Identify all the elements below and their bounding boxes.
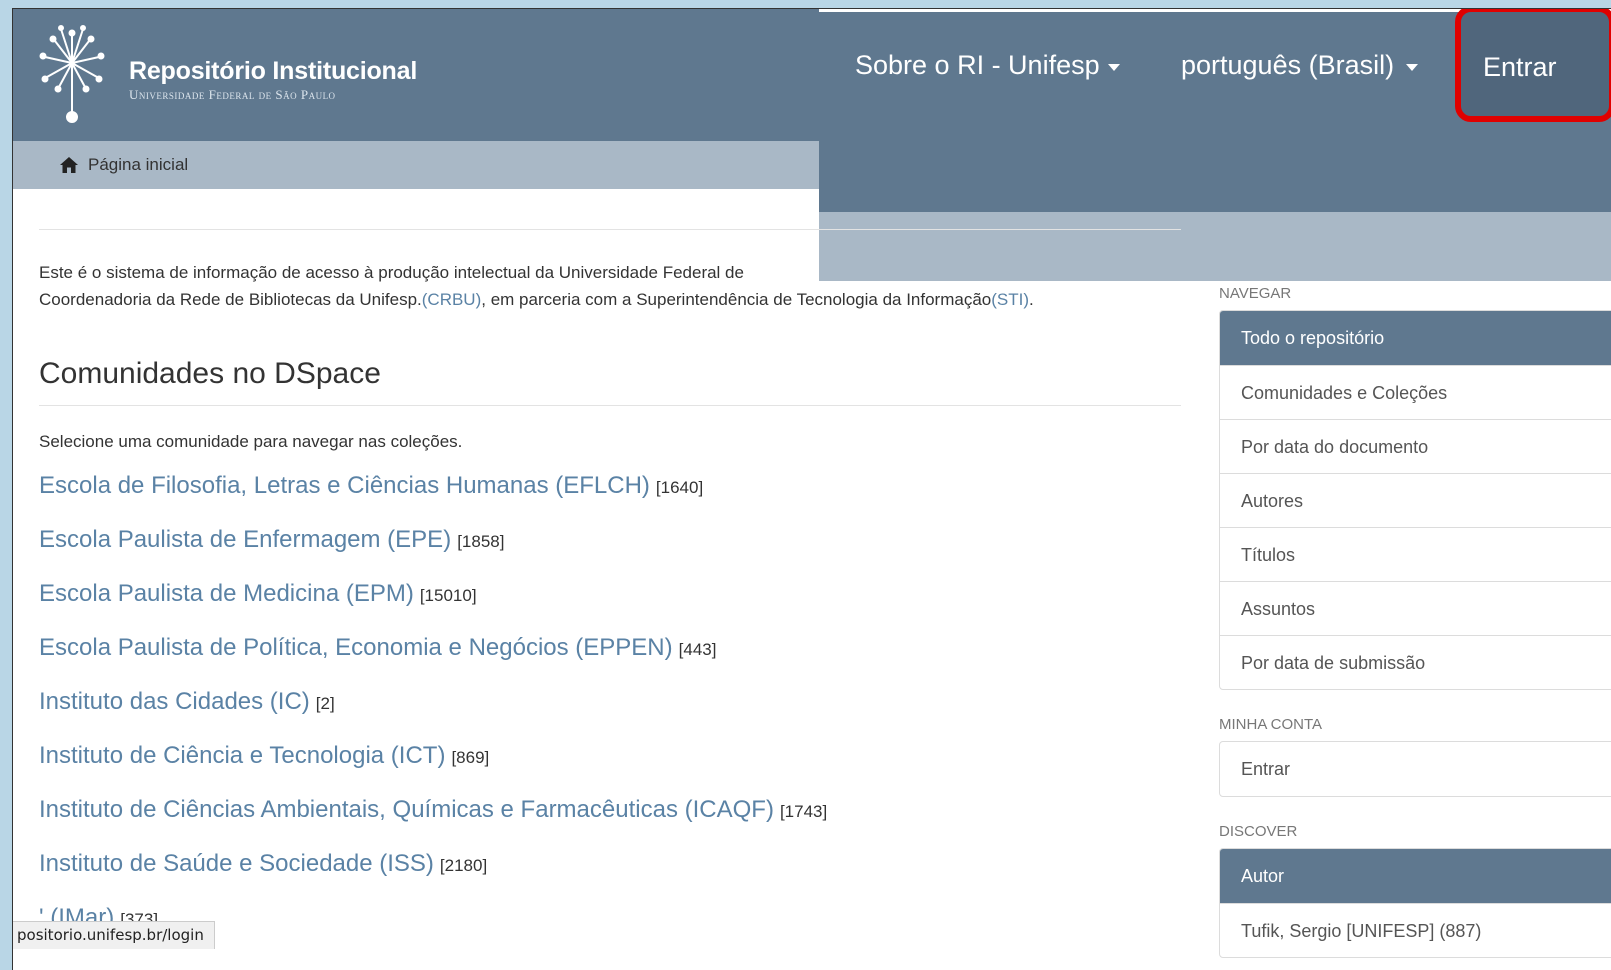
- browser-page: Repositório Institucional Universidade F…: [12, 8, 1611, 970]
- breadcrumb-home-label: Página inicial: [88, 155, 189, 174]
- sti-link[interactable]: (STI): [991, 290, 1029, 309]
- login-nav-button[interactable]: Entrar: [1455, 9, 1611, 122]
- login-nav-label: Entrar: [1483, 52, 1557, 82]
- main-content: Este é o sistema de informação de acesso…: [39, 189, 1181, 958]
- chevron-down-icon: [1406, 64, 1419, 71]
- community-link[interactable]: Escola Paulista de Enfermagem (EPE): [39, 526, 451, 554]
- community-link[interactable]: Escola Paulista de Medicina (EPM): [39, 580, 414, 608]
- intro-line-2: Coordenadoria da Rede de Bibliotecas da …: [39, 290, 422, 309]
- sidebar-item[interactable]: Títulos: [1220, 527, 1611, 581]
- list-item: Instituto das Cidades (IC) [2]: [39, 688, 1181, 742]
- brand-subtitle: Universidade Federal de São Paulo: [129, 87, 336, 102]
- intro-line-1: Este é o sistema de informação de acesso…: [39, 263, 744, 282]
- community-count: [1640]: [655, 478, 704, 497]
- status-bar-url: positorio.unifesp.br/login: [13, 921, 215, 949]
- communities-hint: Selecione uma comunidade para navegar na…: [39, 432, 463, 451]
- community-count: [443]: [678, 640, 717, 659]
- community-list: Escola de Filosofia, Letras e Ciências H…: [39, 472, 1181, 958]
- navegar-heading: NAVEGAR: [1219, 285, 1292, 302]
- list-item: Escola Paulista de Medicina (EPM) [15010]: [39, 580, 1181, 634]
- about-dropdown[interactable]: Sobre o RI - Unifesp: [855, 50, 1120, 81]
- conta-heading: MINHA CONTA: [1219, 716, 1323, 733]
- breadcrumb: Página inicial: [13, 141, 819, 189]
- sidebar-item[interactable]: Autores: [1220, 473, 1611, 527]
- chevron-down-icon: [1107, 64, 1120, 71]
- crbu-link[interactable]: (CRBU): [422, 290, 482, 309]
- home-icon: [60, 157, 78, 173]
- sidebar-item[interactable]: Por data do documento: [1220, 419, 1611, 473]
- discover-menu: Autor Tufik, Sergio [UNIFESP] (887): [1219, 848, 1611, 958]
- sidebar-item[interactable]: Tufik, Sergio [UNIFESP] (887): [1220, 903, 1611, 957]
- discover-heading: DISCOVER: [1219, 823, 1298, 840]
- list-item: Escola de Filosofia, Letras e Ciências H…: [39, 472, 1181, 526]
- community-link[interactable]: Instituto de Saúde e Sociedade (ISS): [39, 850, 434, 878]
- community-link[interactable]: Instituto das Cidades (IC): [39, 688, 310, 716]
- conta-menu: Entrar: [1219, 741, 1611, 797]
- brand-text: Repositório Institucional Universidade F…: [129, 57, 417, 103]
- community-count: [1858]: [457, 532, 505, 551]
- community-link[interactable]: Instituto de Ciência e Tecnologia (ICT): [39, 742, 445, 770]
- navegar-menu: Todo o repositório Comunidades e Coleções…: [1219, 310, 1611, 690]
- navbar-top: Sobre o RI - Unifesp português (Brasil) …: [819, 9, 1611, 212]
- communities-title: Comunidades no DSpace: [39, 357, 1181, 406]
- community-link[interactable]: Escola Paulista de Política, Economia e …: [39, 634, 673, 662]
- divider: [39, 189, 1181, 230]
- community-count: [2]: [315, 694, 335, 713]
- list-item: Escola Paulista de Política, Economia e …: [39, 634, 1181, 688]
- sidebar-item[interactable]: Por data de submissão: [1220, 635, 1611, 689]
- community-link[interactable]: Instituto de Ciências Ambientais, Químic…: [39, 796, 774, 824]
- about-dropdown-label: Sobre o RI - Unifesp: [855, 50, 1100, 80]
- sidebar-item[interactable]: Entrar: [1220, 742, 1611, 796]
- sidebar-item[interactable]: Autor: [1220, 849, 1611, 903]
- community-count: [15010]: [419, 586, 477, 605]
- breadcrumb-home[interactable]: Página inicial: [59, 155, 188, 175]
- intro-line-4: .: [1029, 290, 1034, 309]
- community-count: [869]: [451, 748, 490, 767]
- list-item: Instituto de Ciência e Tecnologia (ICT) […: [39, 742, 1181, 796]
- list-item: Escola Paulista de Enfermagem (EPE) [1858…: [39, 526, 1181, 580]
- list-item: Instituto de Ciências Ambientais, Químic…: [39, 796, 1181, 850]
- sidebar-item[interactable]: Assuntos: [1220, 581, 1611, 635]
- brand-title: Repositório Institucional: [129, 57, 418, 85]
- intro-line-3: , em parceria com a Superintendência de …: [481, 290, 992, 309]
- community-count: [1743]: [779, 802, 828, 821]
- sidebar-item[interactable]: Todo o repositório: [1220, 311, 1611, 365]
- dandelion-logo-icon: [39, 25, 105, 123]
- intro-text: Este é o sistema de informação de acesso…: [39, 259, 1181, 313]
- language-dropdown[interactable]: português (Brasil): [1181, 50, 1419, 81]
- list-item: Instituto de Saúde e Sociedade (ISS) [218…: [39, 850, 1181, 904]
- sidebar-item[interactable]: Comunidades e Coleções: [1220, 365, 1611, 419]
- language-dropdown-label: português (Brasil): [1181, 50, 1395, 80]
- sidebar: NAVEGAR Todo o repositório Comunidades e …: [1219, 285, 1611, 958]
- community-link[interactable]: Escola de Filosofia, Letras e Ciências H…: [39, 472, 650, 500]
- community-count: [2180]: [439, 856, 488, 875]
- home-logo-link[interactable]: Repositório Institucional Universidade F…: [37, 23, 417, 123]
